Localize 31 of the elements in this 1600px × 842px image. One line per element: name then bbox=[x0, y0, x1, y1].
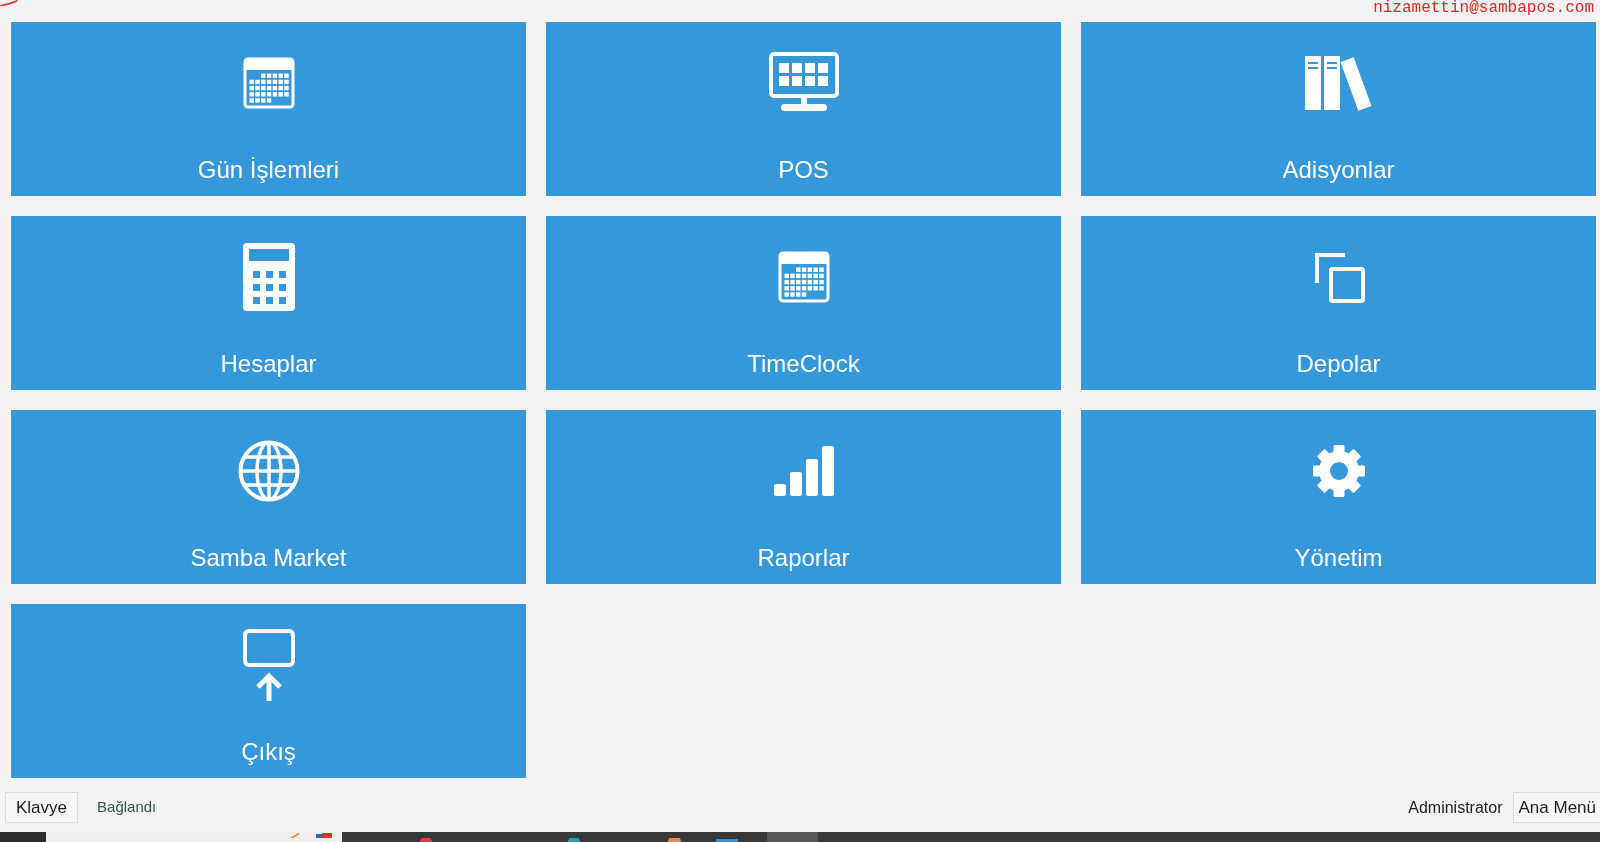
main-menu-button[interactable]: Ana Menü bbox=[1512, 792, 1600, 823]
menu-tile[interactable]: TimeClock bbox=[546, 216, 1061, 390]
copy-icon bbox=[1312, 251, 1365, 303]
taskbar-app-icon[interactable] bbox=[568, 838, 580, 842]
calculator-icon bbox=[241, 242, 296, 312]
connection-status: Bağlandı bbox=[97, 797, 157, 818]
menu-tile[interactable]: Depolar bbox=[1081, 216, 1596, 390]
taskbar-app-icon bbox=[290, 833, 300, 838]
menu-tile[interactable]: Raporlar bbox=[546, 410, 1061, 584]
menu-tile[interactable]: POS bbox=[546, 22, 1061, 196]
user-name: Administrator bbox=[1408, 797, 1503, 818]
menu-tile[interactable]: Samba Market bbox=[11, 410, 526, 584]
taskbar-window-preview[interactable] bbox=[46, 832, 342, 842]
start-button[interactable] bbox=[0, 832, 46, 842]
logo-fragment-icon bbox=[0, 0, 18, 6]
globe-icon bbox=[237, 440, 300, 502]
menu-tile[interactable]: Çıkış bbox=[11, 604, 526, 778]
user-email: nizamettin@sambapos.com bbox=[1373, 0, 1595, 16]
menu-tile[interactable]: Adisyonlar bbox=[1081, 22, 1596, 196]
monitor-icon bbox=[768, 52, 839, 114]
taskbar-app-icon bbox=[316, 833, 332, 838]
keyboard-button[interactable]: Klavye bbox=[5, 792, 79, 823]
menu-tile[interactable]: Yönetim bbox=[1081, 410, 1596, 584]
bar-chart-icon bbox=[773, 446, 834, 496]
menu-tile[interactable]: Hesaplar bbox=[11, 216, 526, 390]
taskbar-app-icon[interactable] bbox=[420, 838, 432, 842]
calendar-icon bbox=[777, 251, 830, 303]
menu-tile[interactable]: Gün İşlemleri bbox=[11, 22, 526, 196]
calendar-icon bbox=[242, 57, 295, 109]
taskbar-app-icon[interactable] bbox=[668, 838, 681, 842]
exit-icon bbox=[242, 629, 295, 701]
